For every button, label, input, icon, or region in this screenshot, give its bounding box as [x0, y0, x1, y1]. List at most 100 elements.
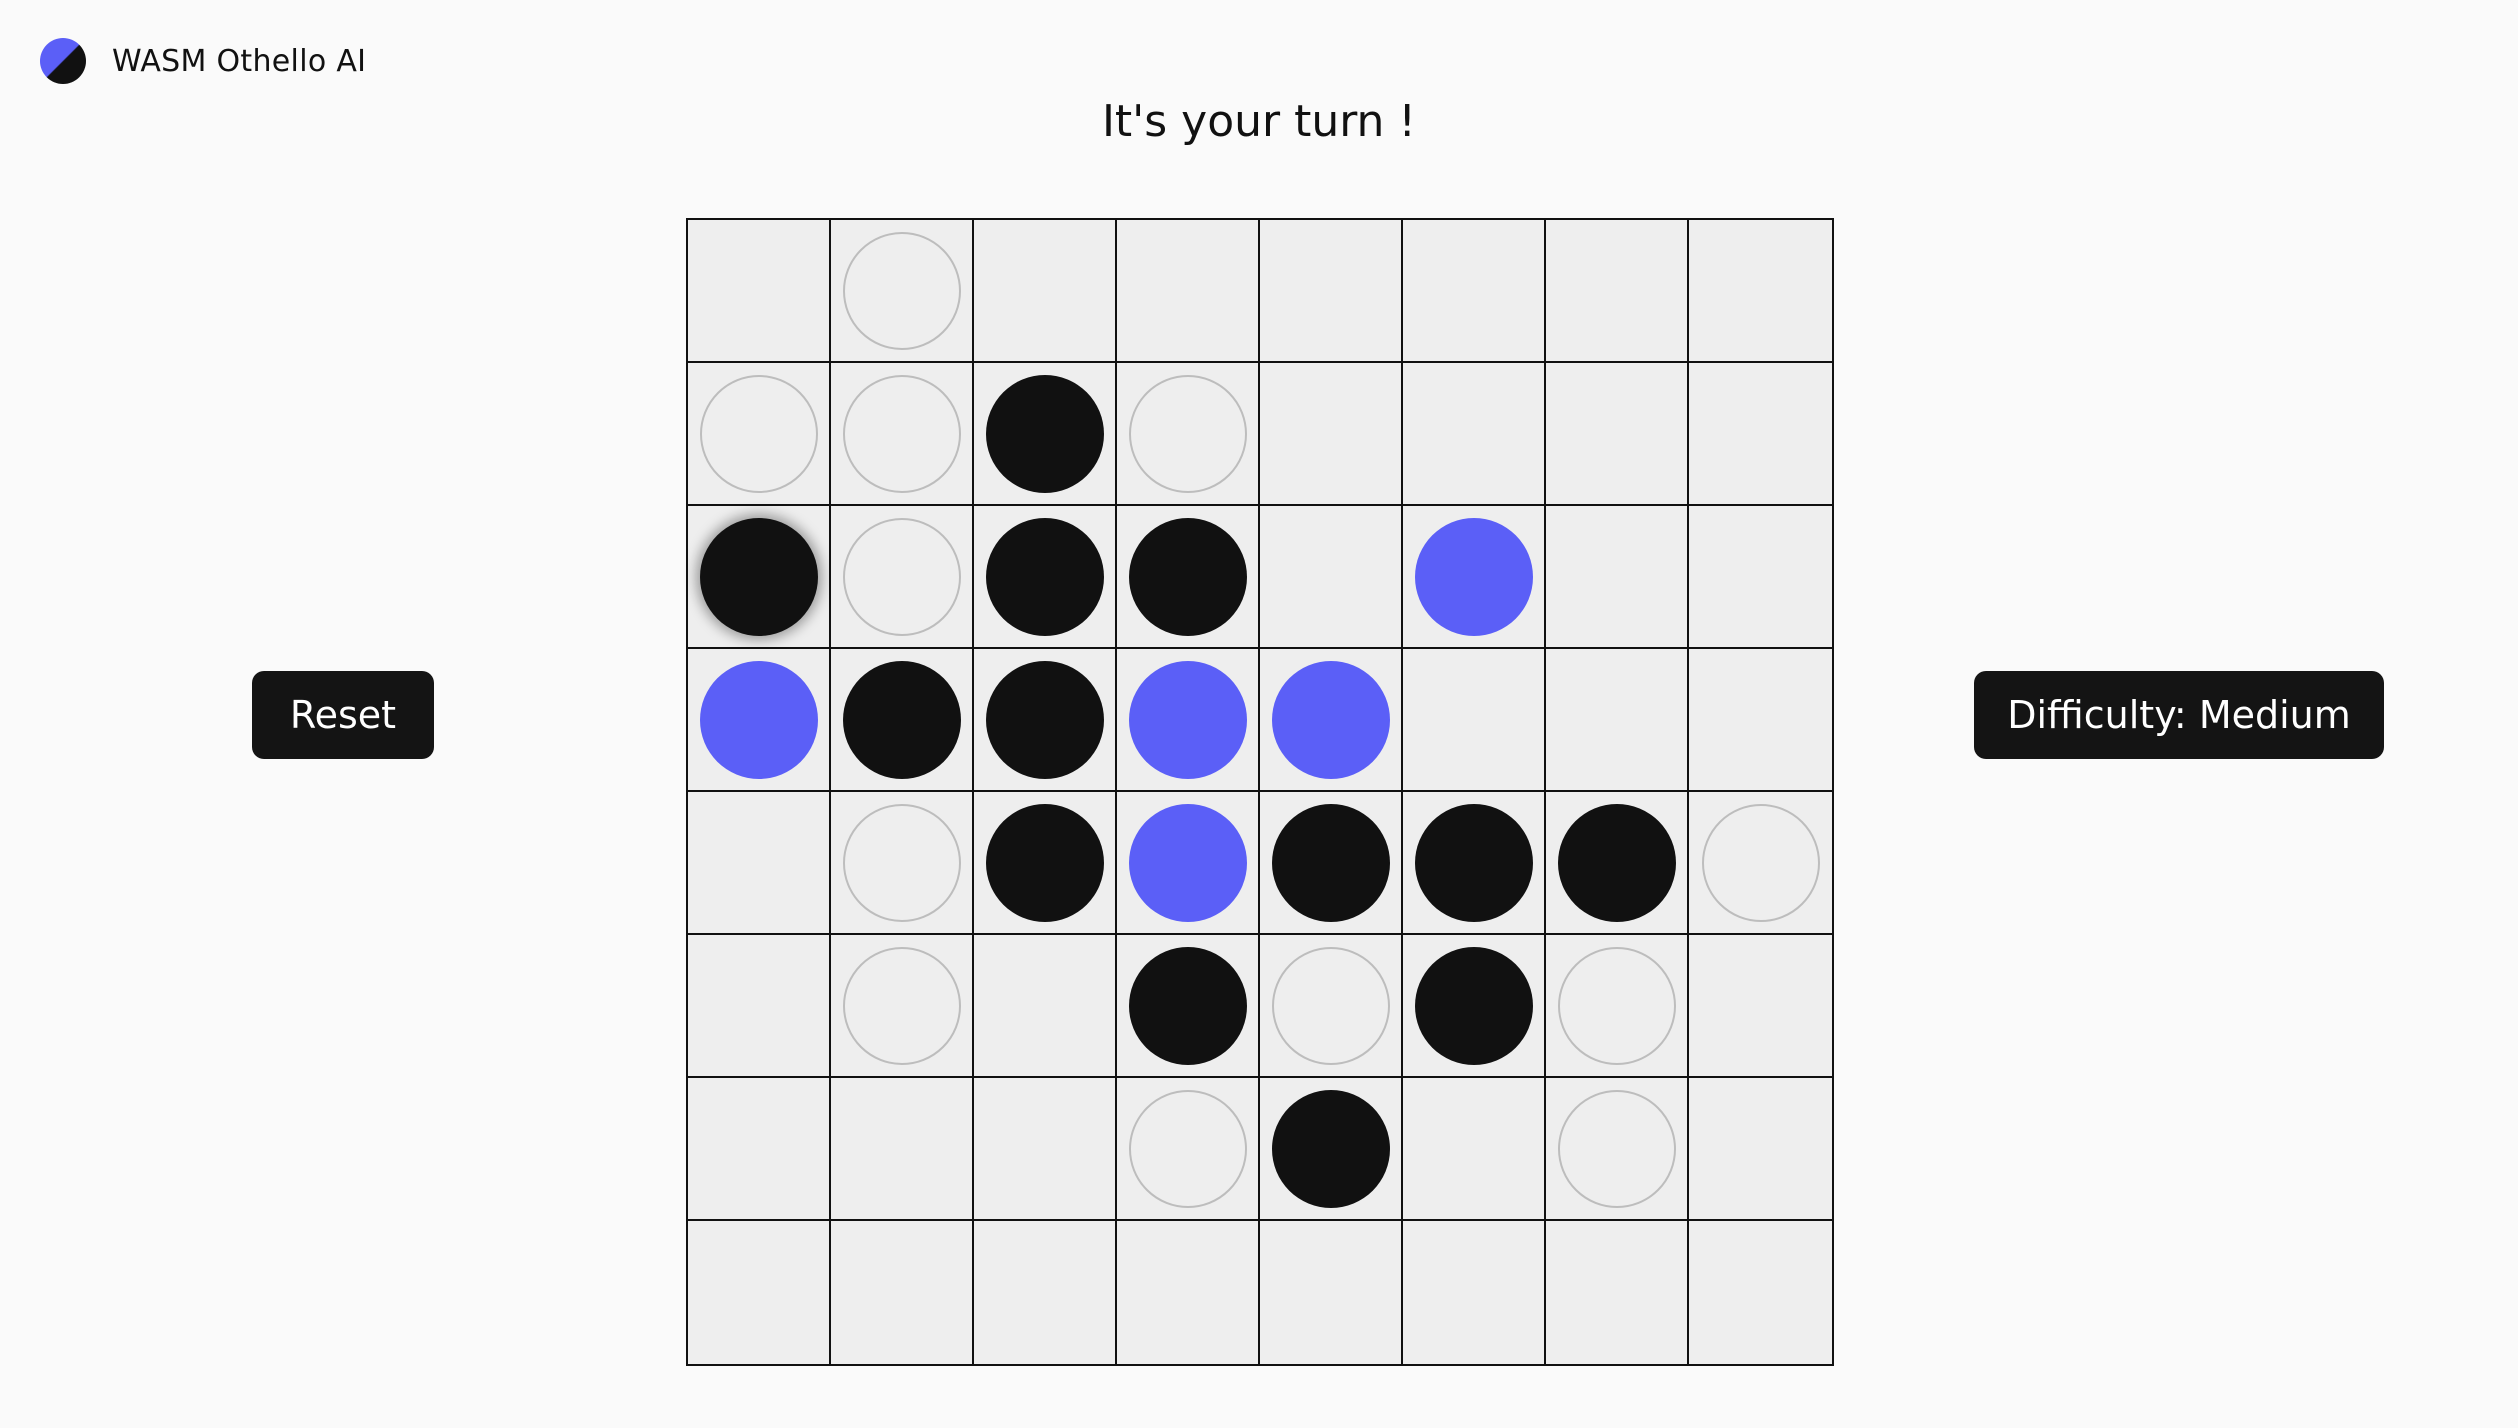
board-cell-r2-c3[interactable]	[974, 363, 1117, 506]
black-disc	[1271, 803, 1390, 922]
board-cell-r2-c4[interactable]	[1117, 363, 1260, 506]
black-disc	[842, 660, 961, 779]
valid-move-hint[interactable]	[1557, 1089, 1676, 1208]
board-cell-r4-c1[interactable]	[688, 649, 831, 792]
board-cell-r7-c4[interactable]	[1117, 1078, 1260, 1221]
board-cell-r6-c1[interactable]	[688, 935, 831, 1078]
board-cell-r1-c3[interactable]	[974, 220, 1117, 363]
black-disc	[1271, 1089, 1390, 1208]
black-disc	[985, 660, 1104, 779]
board-cell-r4-c6[interactable]	[1403, 649, 1546, 792]
valid-move-hint[interactable]	[1128, 374, 1247, 493]
board-cell-r1-c5[interactable]	[1260, 220, 1403, 363]
board-cell-r3-c7[interactable]	[1546, 506, 1689, 649]
black-disc	[1128, 946, 1247, 1065]
board-cell-r1-c8[interactable]	[1689, 220, 1832, 363]
valid-move-hint[interactable]	[842, 803, 961, 922]
valid-move-hint[interactable]	[699, 374, 818, 493]
black-disc	[985, 803, 1104, 922]
board-cell-r7-c3[interactable]	[974, 1078, 1117, 1221]
blue-disc	[699, 660, 818, 779]
board-cell-r2-c8[interactable]	[1689, 363, 1832, 506]
board-cell-r8-c6[interactable]	[1403, 1221, 1546, 1364]
board-cell-r4-c8[interactable]	[1689, 649, 1832, 792]
board-cell-r6-c6[interactable]	[1403, 935, 1546, 1078]
board-cell-r4-c4[interactable]	[1117, 649, 1260, 792]
board-cell-r7-c5[interactable]	[1260, 1078, 1403, 1221]
app-title: WASM Othello AI	[112, 43, 367, 79]
board-cell-r5-c7[interactable]	[1546, 792, 1689, 935]
valid-move-hint[interactable]	[842, 231, 961, 350]
board-cell-r5-c4[interactable]	[1117, 792, 1260, 935]
turn-status: It's your turn !	[1101, 96, 1417, 147]
board-cell-r1-c2[interactable]	[831, 220, 974, 363]
black-disc-last-move	[699, 517, 818, 636]
othello-app: WASM Othello AI It's your turn ! Reset D…	[0, 0, 2518, 1428]
board-cell-r3-c5[interactable]	[1260, 506, 1403, 649]
board-cell-r3-c1[interactable]	[688, 506, 831, 649]
board-cell-r4-c2[interactable]	[831, 649, 974, 792]
board-cell-r1-c1[interactable]	[688, 220, 831, 363]
board-cell-r4-c5[interactable]	[1260, 649, 1403, 792]
black-disc	[1414, 803, 1533, 922]
black-disc	[1557, 803, 1676, 922]
board-cell-r3-c2[interactable]	[831, 506, 974, 649]
board-cell-r8-c2[interactable]	[831, 1221, 974, 1364]
board-cell-r8-c4[interactable]	[1117, 1221, 1260, 1364]
board-cell-r2-c6[interactable]	[1403, 363, 1546, 506]
board-cell-r6-c7[interactable]	[1546, 935, 1689, 1078]
blue-disc	[1128, 660, 1247, 779]
board-cell-r8-c7[interactable]	[1546, 1221, 1689, 1364]
valid-move-hint[interactable]	[842, 946, 961, 1065]
valid-move-hint[interactable]	[1701, 803, 1820, 922]
black-disc	[985, 374, 1104, 493]
board-cell-r6-c2[interactable]	[831, 935, 974, 1078]
board-cell-r2-c7[interactable]	[1546, 363, 1689, 506]
board-cell-r6-c4[interactable]	[1117, 935, 1260, 1078]
board-cell-r4-c7[interactable]	[1546, 649, 1689, 792]
board-cell-r2-c1[interactable]	[688, 363, 831, 506]
board-cell-r7-c8[interactable]	[1689, 1078, 1832, 1221]
reset-button[interactable]: Reset	[252, 671, 434, 759]
board-cell-r3-c3[interactable]	[974, 506, 1117, 649]
board-cell-r7-c2[interactable]	[831, 1078, 974, 1221]
board-cell-r8-c5[interactable]	[1260, 1221, 1403, 1364]
board-cell-r1-c4[interactable]	[1117, 220, 1260, 363]
board-cell-r5-c1[interactable]	[688, 792, 831, 935]
board-cell-r5-c8[interactable]	[1689, 792, 1832, 935]
valid-move-hint[interactable]	[842, 374, 961, 493]
board-cell-r8-c1[interactable]	[688, 1221, 831, 1364]
board-cell-r5-c2[interactable]	[831, 792, 974, 935]
board-cell-r1-c7[interactable]	[1546, 220, 1689, 363]
brand: WASM Othello AI	[40, 38, 366, 84]
board-cell-r2-c5[interactable]	[1260, 363, 1403, 506]
board-cell-r3-c6[interactable]	[1403, 506, 1546, 649]
othello-logo-icon	[40, 38, 86, 84]
blue-disc	[1414, 517, 1533, 636]
difficulty-button[interactable]: Difficulty: Medium	[1974, 671, 2384, 759]
board-cell-r1-c6[interactable]	[1403, 220, 1546, 363]
board-cell-r8-c8[interactable]	[1689, 1221, 1832, 1364]
black-disc	[1128, 517, 1247, 636]
black-disc	[985, 517, 1104, 636]
valid-move-hint[interactable]	[1271, 946, 1390, 1065]
board-cell-r8-c3[interactable]	[974, 1221, 1117, 1364]
valid-move-hint[interactable]	[1557, 946, 1676, 1065]
board-cell-r2-c2[interactable]	[831, 363, 974, 506]
board-cell-r7-c7[interactable]	[1546, 1078, 1689, 1221]
board-cell-r5-c3[interactable]	[974, 792, 1117, 935]
board-cell-r6-c5[interactable]	[1260, 935, 1403, 1078]
othello-board	[686, 218, 1834, 1366]
board-cell-r4-c3[interactable]	[974, 649, 1117, 792]
valid-move-hint[interactable]	[1128, 1089, 1247, 1208]
board-cell-r7-c6[interactable]	[1403, 1078, 1546, 1221]
valid-move-hint[interactable]	[842, 517, 961, 636]
board-cell-r5-c5[interactable]	[1260, 792, 1403, 935]
board-cell-r3-c4[interactable]	[1117, 506, 1260, 649]
board-cell-r7-c1[interactable]	[688, 1078, 831, 1221]
board-cell-r6-c8[interactable]	[1689, 935, 1832, 1078]
board-cell-r3-c8[interactable]	[1689, 506, 1832, 649]
blue-disc	[1128, 803, 1247, 922]
board-cell-r6-c3[interactable]	[974, 935, 1117, 1078]
board-cell-r5-c6[interactable]	[1403, 792, 1546, 935]
